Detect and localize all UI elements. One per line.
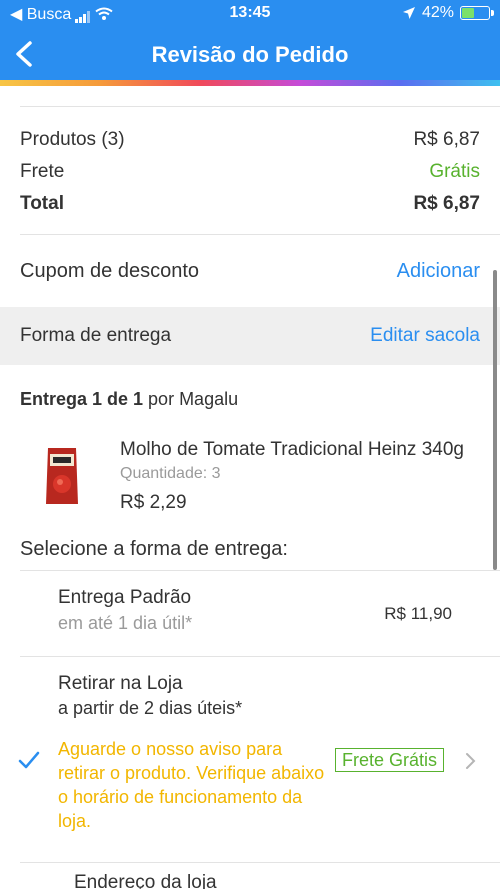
coupon-row[interactable]: Cupom de desconto Adicionar [20, 260, 480, 283]
delivery-section-row: Forma de entrega Editar sacola [20, 325, 480, 347]
summary-products-row: Produtos (3) R$ 6,87 [20, 129, 480, 151]
products-value: R$ 6,87 [413, 129, 480, 150]
total-value: R$ 6,87 [413, 193, 480, 214]
divider [20, 570, 500, 571]
product-quantity: Quantidade: 3 [120, 465, 221, 482]
app-header: ◀ Busca 13:45 42% Revisão do Pedido [0, 0, 500, 86]
total-label: Total [20, 193, 64, 214]
pickup-subtitle: a partir de 2 dias úteis* [58, 698, 243, 718]
location-arrow-icon [402, 7, 415, 19]
store-address-label: Endereço da loja [74, 872, 217, 889]
delivery-section-title: Forma de entrega [20, 325, 172, 346]
shipment-count: Entrega 1 de 1 [20, 389, 144, 409]
shipping-value: Grátis [429, 161, 480, 182]
divider [20, 234, 500, 235]
shipment-seller: por Magalu [143, 389, 239, 409]
divider [20, 656, 500, 657]
scrollbar[interactable] [493, 270, 497, 570]
divider [20, 106, 500, 107]
status-right: 42% [402, 4, 494, 22]
summary-shipping-row: Frete Grátis [20, 161, 480, 183]
standard-delivery-price: R$ 11,90 [384, 604, 452, 623]
nav-bar: Revisão do Pedido [0, 28, 500, 80]
divider [20, 862, 500, 863]
product-image [46, 448, 78, 504]
coupon-label: Cupom de desconto [20, 260, 200, 282]
selected-check-icon [18, 751, 40, 769]
brand-gradient-bar [0, 80, 500, 86]
product-name: Molho de Tomate Tradicional Heinz 340g [120, 439, 464, 460]
standard-delivery-subtitle: em até 1 dia útil* [58, 613, 193, 633]
standard-delivery-title[interactable]: Entrega Padrão [58, 587, 191, 609]
battery-icon [460, 6, 494, 20]
status-bar: ◀ Busca 13:45 42% [0, 0, 500, 28]
select-delivery-label: Selecione a forma de entrega: [20, 538, 288, 560]
chevron-right-icon[interactable] [464, 752, 476, 770]
edit-bag-link[interactable]: Editar sacola [370, 325, 480, 347]
shipping-label: Frete [20, 161, 65, 182]
page-title: Revisão do Pedido [151, 42, 349, 67]
battery-percent: 42% [421, 4, 454, 21]
select-delivery-title: Selecione a forma de entrega: [20, 538, 480, 561]
products-label: Produtos (3) [20, 129, 125, 150]
pickup-title[interactable]: Retirar na Loja [58, 673, 183, 695]
shipment-label: Entrega 1 de 1 por Magalu [20, 389, 480, 410]
pickup-notice: Aguarde o nosso aviso para retirar o pro… [58, 739, 325, 831]
free-shipping-badge: Frete Grátis [335, 748, 445, 772]
summary-total-row: Total R$ 6,87 [20, 193, 480, 215]
product-price: R$ 2,29 [120, 492, 187, 513]
add-coupon-link[interactable]: Adicionar [397, 260, 480, 283]
